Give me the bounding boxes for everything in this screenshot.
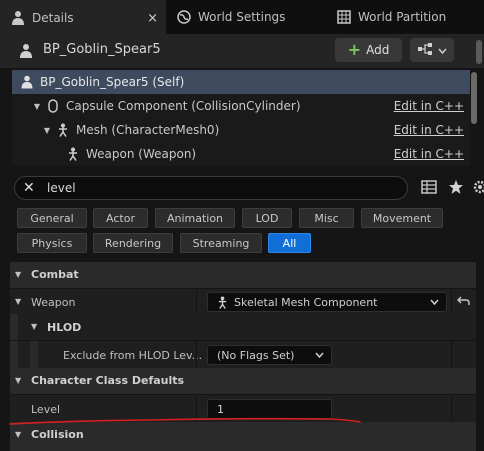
grid-icon xyxy=(336,9,352,25)
tree-item-weapon[interactable]: Weapon (Weapon) Edit in C++ xyxy=(12,142,470,166)
search-row: ✕ xyxy=(0,176,484,202)
blueprint-icon xyxy=(417,42,432,58)
star-icon[interactable] xyxy=(448,179,464,198)
plus-icon: + xyxy=(347,40,362,59)
category-combat[interactable]: ▼ Combat xyxy=(10,262,476,288)
collapse-arrow-icon[interactable]: ▼ xyxy=(15,270,21,279)
column-splitter[interactable] xyxy=(196,289,197,314)
tab-world-partition-label: World Partition xyxy=(358,10,447,24)
filter-movement[interactable]: Movement xyxy=(361,208,443,228)
category-label: Character Class Defaults xyxy=(31,374,185,387)
filter-rendering[interactable]: Rendering xyxy=(93,233,173,253)
chevron-down-icon xyxy=(430,299,439,305)
edit-in-cpp-link[interactable]: Edit in C++ xyxy=(394,147,464,161)
search-input[interactable] xyxy=(47,180,387,196)
globe-icon xyxy=(176,9,192,25)
filter-streaming[interactable]: Streaming xyxy=(180,233,262,253)
actor-icon xyxy=(20,74,34,90)
tree-item-label: Capsule Component (CollisionCylinder) xyxy=(66,99,301,113)
tree-scrollbar[interactable] xyxy=(471,72,477,124)
tab-world-settings[interactable]: World Settings xyxy=(166,0,326,34)
category-label: HLOD xyxy=(47,321,82,334)
dropdown-value: Skeletal Mesh Component xyxy=(234,295,378,309)
filter-misc[interactable]: Misc xyxy=(299,208,354,228)
collapse-arrow-icon[interactable]: ▼ xyxy=(15,376,21,385)
dropdown-value: (No Flags Set) xyxy=(217,348,295,362)
category-collision[interactable]: ▼ Collision xyxy=(10,422,476,451)
filter-physics[interactable]: Physics xyxy=(17,233,87,253)
collapse-arrow-icon[interactable]: ▼ xyxy=(15,430,21,439)
tab-world-settings-label: World Settings xyxy=(198,10,286,24)
add-component-button[interactable]: + Add xyxy=(335,38,402,62)
column-splitter[interactable] xyxy=(196,341,197,368)
capsule-icon xyxy=(46,98,60,114)
expand-arrow-icon[interactable]: ▼ xyxy=(32,102,42,111)
chevron-down-icon xyxy=(437,44,447,57)
skeleton-icon xyxy=(217,296,228,309)
filter-animation[interactable]: Animation xyxy=(155,208,235,228)
property-exclude-hlod: Exclude from HLOD Lev... (No Flags Set) xyxy=(10,340,476,368)
details-panel: ▼ Combat ▼ Weapon Skeletal Mesh Componen… xyxy=(10,262,476,451)
tab-world-partition[interactable]: World Partition xyxy=(326,0,484,34)
details-header: BP_Goblin_Spear5 + Add xyxy=(0,34,484,68)
skeleton-icon xyxy=(56,122,70,138)
level-input[interactable]: 1 xyxy=(207,399,332,419)
filter-all[interactable]: All xyxy=(268,233,311,253)
property-level: Level 1 xyxy=(10,394,476,422)
category-character-class-defaults[interactable]: ▼ Character Class Defaults xyxy=(10,368,476,394)
component-tree: BP_Goblin_Spear5 (Self) ▼ Capsule Compon… xyxy=(12,70,470,166)
clear-search-icon[interactable]: ✕ xyxy=(23,180,35,196)
property-label: Weapon xyxy=(31,296,76,309)
edit-in-cpp-link[interactable]: Edit in C++ xyxy=(394,123,464,137)
tree-item-label: Mesh (CharacterMesh0) xyxy=(76,123,220,137)
tab-details-label: Details xyxy=(32,11,74,25)
actor-icon xyxy=(19,43,33,62)
edit-in-cpp-link[interactable]: Edit in C++ xyxy=(394,99,464,113)
hlod-flags-dropdown[interactable]: (No Flags Set) xyxy=(207,345,332,365)
tab-bar: Details × World Settings World Partition xyxy=(0,0,484,34)
column-splitter-right xyxy=(451,289,452,314)
tree-item-capsule[interactable]: ▼ Capsule Component (CollisionCylinder) … xyxy=(12,94,470,118)
search-box[interactable]: ✕ xyxy=(14,176,408,200)
property-weapon: ▼ Weapon Skeletal Mesh Component xyxy=(10,288,476,314)
gear-icon[interactable] xyxy=(472,179,484,198)
tree-item-label: BP_Goblin_Spear5 (Self) xyxy=(40,75,185,89)
expand-arrow-icon[interactable]: ▼ xyxy=(42,126,52,135)
skeleton-icon xyxy=(66,146,80,162)
weapon-component-dropdown[interactable]: Skeletal Mesh Component xyxy=(207,292,447,312)
filter-actor[interactable]: Actor xyxy=(93,208,148,228)
actor-name: BP_Goblin_Spear5 xyxy=(43,42,161,57)
add-label: Add xyxy=(366,43,390,57)
category-hlod[interactable]: ▼ HLOD xyxy=(10,314,476,340)
chevron-down-icon xyxy=(315,352,324,358)
tab-details[interactable]: Details × xyxy=(0,0,166,34)
column-splitter[interactable] xyxy=(196,395,197,422)
filter-general[interactable]: General xyxy=(17,208,87,228)
property-label: Exclude from HLOD Lev... xyxy=(63,349,203,362)
category-label: Combat xyxy=(31,268,79,281)
filter-lod[interactable]: LOD xyxy=(242,208,292,228)
collapse-arrow-icon[interactable]: ▼ xyxy=(31,322,37,331)
tree-item-label: Weapon (Weapon) xyxy=(86,147,197,161)
tree-item-mesh[interactable]: ▼ Mesh (CharacterMesh0) Edit in C++ xyxy=(12,118,470,142)
table-view-icon[interactable] xyxy=(421,180,437,197)
category-label: Collision xyxy=(31,428,84,441)
reset-arrow-icon[interactable] xyxy=(457,295,470,307)
blueprint-options-button[interactable] xyxy=(410,38,454,62)
header-scrollbar[interactable] xyxy=(476,40,482,64)
property-label: Level xyxy=(31,403,61,416)
close-icon[interactable]: × xyxy=(147,11,158,26)
tree-item-self[interactable]: BP_Goblin_Spear5 (Self) xyxy=(12,70,470,94)
details-icon xyxy=(10,10,26,26)
expand-arrow-icon[interactable]: ▼ xyxy=(15,297,21,306)
